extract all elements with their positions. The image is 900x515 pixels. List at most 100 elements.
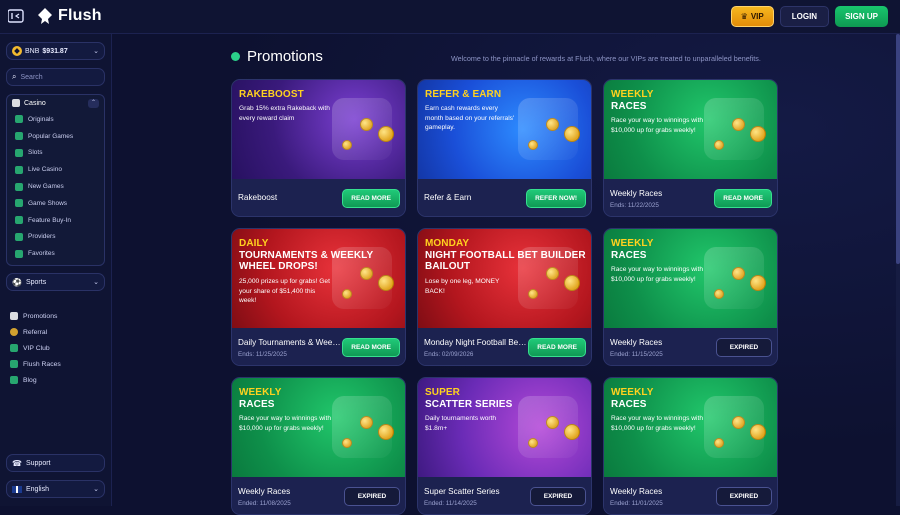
gift-icon: [10, 312, 18, 320]
new-icon: [15, 182, 23, 191]
vip-button[interactable]: ♛ VIP: [730, 6, 774, 27]
sidebar-link-label: VIP Club: [23, 344, 50, 352]
promo-cta-button[interactable]: READ MORE: [714, 189, 772, 208]
sidebar-link[interactable]: Referral: [10, 328, 47, 336]
sidebar-item[interactable]: Game Shows: [7, 195, 104, 212]
uk-flag-icon: [12, 485, 22, 493]
promo-hero-image: [704, 247, 764, 309]
sidebar-item-label: Favorites: [28, 250, 55, 258]
promo-art: DAILY TOURNAMENTS & WEEKLY WHEEL DROPS! 25…: [232, 229, 405, 328]
promo-art: WEEKLY RACES Race your way to winnings wit…: [604, 378, 777, 477]
language-label: English: [26, 485, 49, 493]
headline-line-1: WEEKLY: [239, 387, 282, 398]
promo-footer: Weekly Races Ended: 11/01/2025 EXPIRED: [604, 477, 777, 514]
promo-footer: Refer & Earn REFER NOW!: [418, 179, 591, 216]
sidebar-item[interactable]: Popular Games: [7, 128, 104, 145]
promo-date: Ends: 11/22/2025: [610, 202, 659, 209]
promo-description: Race your way to winnings with $10,000 u…: [611, 266, 703, 283]
promo-footer: Weekly Races Ended: 11/08/2025 EXPIRED: [232, 477, 405, 514]
sidebar-link[interactable]: Promotions: [10, 312, 57, 320]
promo-card[interactable]: RAKEBOOST Grab 15% extra Rakeback with ev…: [231, 79, 406, 217]
casino-header[interactable]: Casino ⌃: [7, 95, 104, 111]
promo-hero-image: [332, 396, 392, 458]
promo-art: WEEKLY RACES Race your way to winnings wit…: [604, 80, 777, 179]
headline-line-2: RACES: [611, 100, 647, 112]
flame-icon: [15, 132, 23, 141]
promo-cta-button[interactable]: REFER NOW!: [526, 189, 586, 208]
search-icon: ⌕: [12, 72, 17, 81]
promo-headline: WEEKLY RACES: [611, 238, 653, 261]
signup-button[interactable]: SIGN UP: [835, 6, 888, 27]
promo-cta-button[interactable]: READ MORE: [342, 189, 400, 208]
promo-name: Daily Tournaments & Weekly Wheel Drops!: [238, 338, 342, 347]
promo-date: Ended: 11/15/2025: [610, 351, 663, 358]
expired-button[interactable]: EXPIRED: [344, 487, 400, 506]
main-content: Promotions Welcome to the pinnacle of re…: [113, 34, 900, 515]
sidebar-item-label: New Games: [28, 183, 64, 191]
crown-icon: ♛: [740, 12, 748, 21]
promo-cta-button[interactable]: READ MORE: [528, 338, 586, 357]
heart-icon: [15, 249, 23, 258]
sidebar-item[interactable]: Originals: [7, 111, 104, 128]
search-placeholder: Search: [20, 73, 43, 81]
page-subtitle: Welcome to the pinnacle of rewards at Fl…: [451, 54, 761, 63]
promo-art: WEEKLY RACES Race your way to winnings wit…: [604, 229, 777, 328]
promo-name: Super Scatter Series: [424, 487, 500, 496]
sidebar-item[interactable]: Live Casino: [7, 161, 104, 178]
sidebar-link-label: Blog: [23, 376, 37, 384]
promo-card[interactable]: REFER & EARN Earn cash rewards every mont…: [417, 79, 592, 217]
expired-button[interactable]: EXPIRED: [530, 487, 586, 506]
promo-headline: SUPER SCATTER SERIES: [425, 387, 512, 410]
promo-description: Grab 15% extra Rakeback with every rewar…: [239, 105, 330, 122]
buy-icon: [15, 216, 23, 225]
chevron-down-icon: ⌄: [93, 486, 99, 493]
sports-section[interactable]: ⚽ Sports ⌄: [6, 273, 105, 291]
sidebar-link[interactable]: VIP Club: [10, 344, 50, 352]
login-button[interactable]: LOGIN: [779, 6, 830, 27]
promo-art: REFER & EARN Earn cash rewards every mont…: [418, 80, 591, 179]
page-title: Promotions: [231, 48, 323, 65]
wallet-selector[interactable]: BNB $931.87 ⌄: [6, 42, 105, 60]
sidebar-item-label: Game Shows: [28, 199, 68, 207]
sidebar-item[interactable]: New Games: [7, 178, 104, 195]
chevron-down-icon: ⌄: [93, 279, 99, 286]
promo-card[interactable]: MONDAY NIGHT FOOTBALL BET BUILDER BAILOUT…: [417, 228, 592, 366]
promo-footer: Monday Night Football Bet Builder Bailou…: [418, 328, 591, 365]
support-button[interactable]: ☎ Support: [6, 454, 105, 472]
search-input[interactable]: ⌕ Search: [6, 68, 105, 86]
vip-label: VIP: [750, 12, 764, 21]
promo-hero-image: [518, 98, 578, 160]
sidebar-item[interactable]: Feature Buy-In: [7, 212, 104, 229]
chevron-up-icon: ⌃: [88, 98, 99, 108]
promo-footer: Weekly Races Ended: 11/15/2025 EXPIRED: [604, 328, 777, 365]
promo-card[interactable]: WEEKLY RACES Race your way to winnings wit…: [603, 79, 778, 217]
menu-toggle-icon[interactable]: [7, 9, 24, 23]
sidebar-item[interactable]: Favorites: [7, 245, 104, 262]
promo-footer: Weekly Races Ends: 11/22/2025 READ MORE: [604, 179, 777, 216]
sidebar-link[interactable]: Blog: [10, 376, 37, 384]
language-selector[interactable]: English ⌄: [6, 480, 105, 498]
sidebar-link[interactable]: Flush Races: [10, 360, 61, 368]
cards-icon: [12, 99, 20, 107]
brand-logo[interactable]: Flush: [36, 7, 102, 25]
expired-button[interactable]: EXPIRED: [716, 487, 772, 506]
sidebar-item[interactable]: Slots: [7, 145, 104, 162]
promo-card[interactable]: WEEKLY RACES Race your way to winnings wit…: [603, 228, 778, 366]
sidebar-item[interactable]: Providers: [7, 229, 104, 246]
headline-line-1: SUPER: [425, 387, 460, 398]
scrollbar-thumb[interactable]: [896, 34, 900, 264]
promo-hero-image: [518, 247, 578, 309]
promo-cta-button[interactable]: READ MORE: [342, 338, 400, 357]
promo-description: 25,000 prizes up for grabs! Get your sha…: [239, 278, 330, 304]
promo-card[interactable]: WEEKLY RACES Race your way to winnings wit…: [603, 377, 778, 515]
brand-name: Flush: [58, 7, 102, 24]
expired-button[interactable]: EXPIRED: [716, 338, 772, 357]
promo-card[interactable]: WEEKLY RACES Race your way to winnings wit…: [231, 377, 406, 515]
promo-art: WEEKLY RACES Race your way to winnings wit…: [232, 378, 405, 477]
headline-line-1: WEEKLY: [611, 387, 654, 398]
slot-icon: [15, 148, 23, 157]
promo-card[interactable]: DAILY TOURNAMENTS & WEEKLY WHEEL DROPS! 25…: [231, 228, 406, 366]
sidebar-item-label: Feature Buy-In: [28, 216, 71, 224]
promo-card[interactable]: SUPER SCATTER SERIES Daily tournaments wor…: [417, 377, 592, 515]
headset-icon: ☎: [12, 458, 22, 468]
